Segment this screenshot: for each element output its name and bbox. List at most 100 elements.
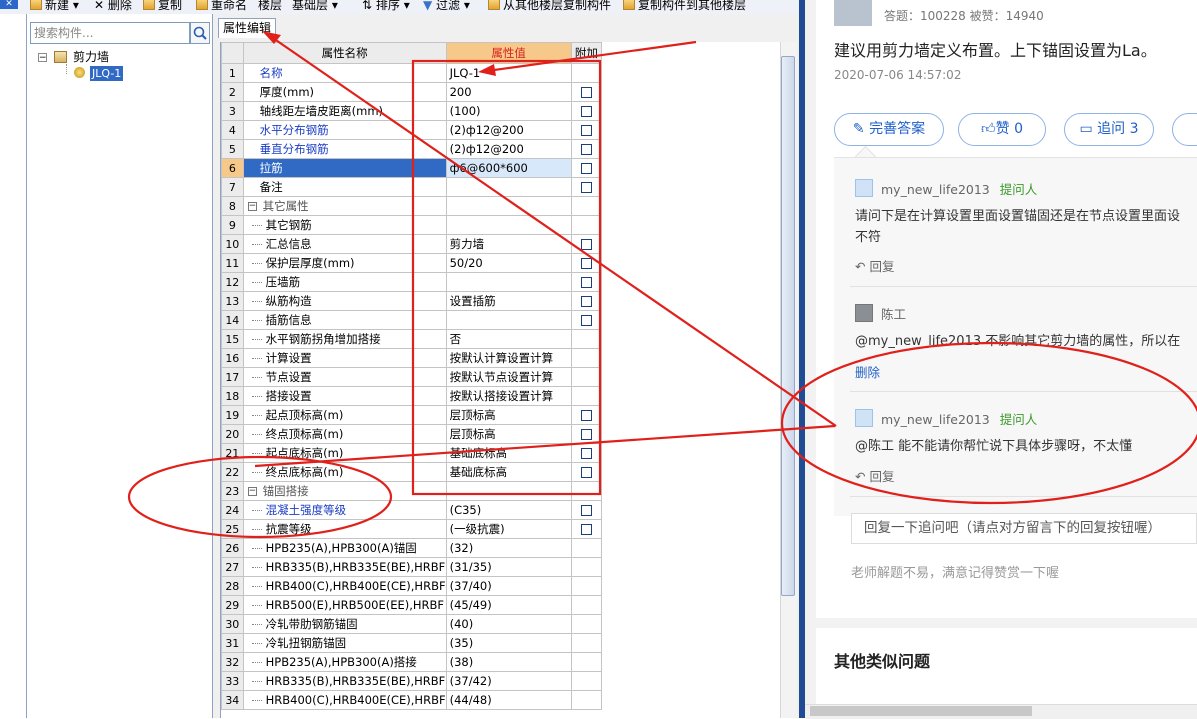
group-collapse-icon[interactable]: −	[247, 487, 257, 496]
new-button[interactable]: 新建 ▾	[30, 0, 79, 13]
property-name-cell[interactable]: 保护层厚度(mm)	[242, 253, 447, 273]
tree-node-shear-wall[interactable]: 剪力墙	[73, 49, 109, 65]
search-input[interactable]: 搜索构件...	[30, 22, 190, 44]
table-row[interactable]: 12 压墙筋	[221, 272, 792, 292]
property-name-cell[interactable]: 起点底标高(m)	[242, 443, 447, 463]
followup-button[interactable]: ▭ 追问 3	[1064, 113, 1154, 146]
rename-button[interactable]: 重命名	[196, 0, 247, 13]
property-name-cell[interactable]: 冷轧扭钢筋锚固	[242, 633, 447, 653]
table-row[interactable]: 32 HPB235(A),HPB300(A)搭接 (38)	[221, 652, 792, 672]
copy-from-floors-button[interactable]: 从其他楼层复制构件	[488, 0, 611, 13]
like-button[interactable]: 👍︎赞 0	[958, 113, 1046, 146]
table-row[interactable]: 10 汇总信息 剪力墙	[221, 234, 792, 254]
table-row[interactable]: 17 节点设置 按默认节点设置计算	[221, 367, 792, 387]
comment-user[interactable]: 陈工	[881, 304, 906, 323]
table-row[interactable]: 28 HRB400(C),HRB400E(CE),HRBF (37/40)	[221, 576, 792, 596]
property-name-cell[interactable]: 轴线距左墙皮距离(mm)	[242, 101, 447, 121]
property-value-cell[interactable]: 50/20	[445, 253, 572, 273]
property-value-cell[interactable]: (100)	[445, 101, 572, 121]
extra-cell[interactable]	[570, 253, 603, 273]
property-value-cell[interactable]: 设置插筋	[445, 291, 572, 311]
property-value-cell[interactable]: (2)ф12@200	[445, 120, 572, 140]
property-value-cell[interactable]	[445, 196, 572, 216]
scrollbar-thumb[interactable]	[781, 56, 795, 596]
table-row[interactable]: 16 计算设置 按默认计算设置计算	[221, 348, 792, 368]
table-row[interactable]: 31 冷轧扭钢筋锚固 (35)	[221, 633, 792, 653]
property-value-cell[interactable]: (38)	[445, 652, 572, 672]
table-row[interactable]: 21 起点底标高(m) 基础底标高	[221, 443, 792, 463]
property-name-cell[interactable]: 节点设置	[242, 367, 447, 387]
table-row[interactable]: 7 备注	[221, 177, 792, 197]
property-name-cell[interactable]: 冷轧带肋钢筋锚固	[242, 614, 447, 634]
property-name-cell[interactable]: 厚度(mm)	[242, 82, 447, 102]
table-row[interactable]: 27 HRB335(B),HRB335E(BE),HRBF (31/35)	[221, 557, 792, 577]
floor-select[interactable]: 基础层 ▾	[292, 0, 338, 13]
property-name-cell[interactable]: 垂直分布钢筋	[242, 139, 447, 159]
property-value-cell[interactable]: (32)	[445, 538, 572, 558]
property-name-cell[interactable]: HPB235(A),HPB300(A)锚固	[242, 538, 447, 558]
table-row[interactable]: 33 HRB335(B),HRB335E(BE),HRBF (37/42)	[221, 671, 792, 691]
extra-checkbox[interactable]	[580, 258, 592, 269]
extra-checkbox[interactable]	[580, 429, 592, 440]
property-value-cell[interactable]: JLQ-1	[445, 63, 572, 83]
extra-cell[interactable]	[570, 405, 603, 425]
property-value-cell[interactable]: 按默认计算设置计算	[445, 348, 572, 368]
more-button[interactable]	[1172, 113, 1197, 146]
property-name-cell[interactable]: − 其它属性	[242, 196, 447, 216]
property-value-cell[interactable]	[445, 272, 572, 292]
extra-cell[interactable]	[570, 443, 603, 463]
property-value-cell[interactable]: 基础底标高	[445, 443, 572, 463]
horizontal-scrollbar-thumb[interactable]	[810, 706, 1032, 716]
property-name-cell[interactable]: 起点顶标高(m)	[242, 405, 447, 425]
extra-checkbox[interactable]	[580, 87, 592, 98]
extra-cell[interactable]	[570, 424, 603, 444]
property-value-cell[interactable]: (2)ф12@200	[445, 139, 572, 159]
delete-button[interactable]: ✕ 删除	[94, 0, 132, 13]
improve-answer-button[interactable]: ✎ 完善答案	[834, 113, 944, 146]
extra-cell[interactable]	[570, 139, 603, 159]
extra-cell[interactable]	[570, 500, 603, 520]
filter-button[interactable]: ▼ 过滤 ▾	[423, 0, 470, 13]
property-name-cell[interactable]: 名称	[242, 63, 447, 83]
property-name-cell[interactable]: − 锚固搭接	[242, 481, 447, 501]
property-value-cell[interactable]: (45/49)	[445, 595, 572, 615]
table-row[interactable]: 34 HRB400(C),HRB400E(CE),HRBF (44/48)	[221, 690, 792, 710]
copy-button[interactable]: 复制	[143, 0, 182, 13]
extra-cell[interactable]	[570, 101, 603, 121]
extra-checkbox[interactable]	[580, 182, 592, 193]
table-row[interactable]: 18 搭接设置 按默认搭接设置计算	[221, 386, 792, 406]
extra-checkbox[interactable]	[580, 106, 592, 117]
property-name-cell[interactable]: 备注	[242, 177, 447, 197]
extra-cell[interactable]	[570, 462, 603, 482]
table-row[interactable]: 26 HPB235(A),HPB300(A)锚固 (32)	[221, 538, 792, 558]
extra-cell[interactable]	[570, 310, 603, 330]
property-name-cell[interactable]: 插筋信息	[242, 310, 447, 330]
extra-cell[interactable]	[570, 82, 603, 102]
extra-checkbox[interactable]	[580, 277, 592, 288]
property-value-cell[interactable]: (C35)	[445, 500, 572, 520]
tree-node-jlq1[interactable]: JLQ-1	[90, 66, 124, 81]
tab-property-edit[interactable]: 属性编辑	[218, 18, 276, 38]
property-value-cell[interactable]	[445, 215, 572, 235]
table-row[interactable]: 24 混凝土强度等级 (C35)	[221, 500, 792, 520]
property-value-cell[interactable]: 按默认节点设置计算	[445, 367, 572, 387]
collapse-icon[interactable]: −	[38, 53, 47, 63]
property-value-cell[interactable]: 按默认搭接设置计算	[445, 386, 572, 406]
comment-user[interactable]: my_new_life2013 提问人	[881, 179, 1037, 198]
property-value-cell[interactable]: (37/40)	[445, 576, 572, 596]
property-value-cell[interactable]	[445, 177, 572, 197]
property-value-cell[interactable]: (35)	[445, 633, 572, 653]
table-row[interactable]: 19 起点顶标高(m) 层顶标高	[221, 405, 792, 425]
table-row[interactable]: 30 冷轧带肋钢筋锚固 (40)	[221, 614, 792, 634]
table-row[interactable]: 3 轴线距左墙皮距离(mm) (100)	[221, 101, 792, 121]
property-name-cell[interactable]: 混凝土强度等级	[242, 500, 447, 520]
extra-cell[interactable]	[570, 519, 603, 539]
extra-cell[interactable]	[570, 291, 603, 311]
property-value-cell[interactable]: (44/48)	[445, 690, 572, 710]
property-name-cell[interactable]: HPB235(A),HPB300(A)搭接	[242, 652, 447, 672]
extra-cell[interactable]	[570, 177, 603, 197]
property-name-cell[interactable]: HRB335(B),HRB335E(BE),HRBF	[242, 557, 447, 577]
extra-checkbox[interactable]	[580, 524, 592, 535]
extra-cell[interactable]	[570, 272, 603, 292]
table-row[interactable]: 8− 其它属性	[221, 196, 792, 216]
